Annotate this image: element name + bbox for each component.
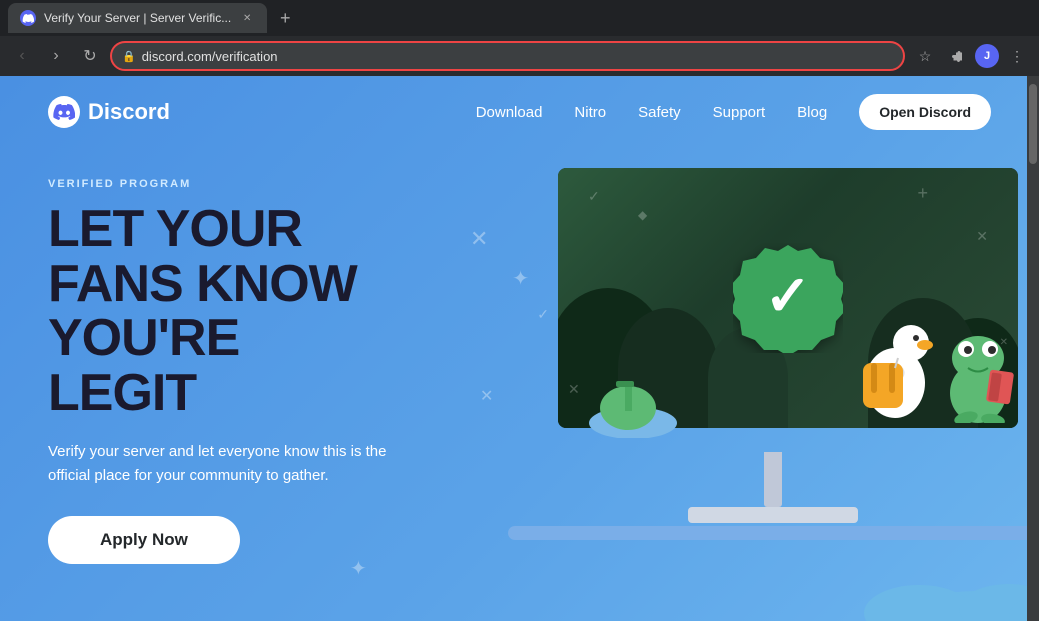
nav-safety[interactable]: Safety: [638, 104, 681, 121]
menu-button[interactable]: ⋮: [1003, 42, 1031, 70]
nav-download[interactable]: Download: [476, 104, 543, 121]
address-bar-container[interactable]: 🔒: [110, 41, 905, 71]
forward-button[interactable]: ›: [42, 42, 70, 70]
svg-text:✓: ✓: [765, 264, 812, 327]
profile-button[interactable]: J: [975, 44, 999, 68]
scrollbar[interactable]: [1027, 76, 1039, 621]
nav-blog[interactable]: Blog: [797, 104, 827, 121]
open-discord-button[interactable]: Open Discord: [859, 94, 991, 130]
apply-now-button[interactable]: Apply Now: [48, 516, 240, 564]
toolbar: ‹ › ↻ 🔒 ☆ J ⋮: [0, 36, 1039, 76]
verified-badge: ✓: [733, 243, 843, 353]
hero-section: VERIFIED PROGRAM LET YOUR FANS KNOW YOU'…: [0, 148, 1039, 564]
tab-bar: Verify Your Server | Server Verific... ✕…: [0, 0, 1039, 36]
clouds-right: [739, 541, 1039, 621]
tab-title: Verify Your Server | Server Verific...: [44, 11, 231, 25]
nav-support[interactable]: Support: [713, 104, 766, 121]
lock-icon: 🔒: [122, 50, 136, 63]
ground-rail: [508, 526, 1038, 540]
page-content: Discord Download Nitro Safety Support Bl…: [0, 76, 1039, 621]
hero-left: VERIFIED PROGRAM LET YOUR FANS KNOW YOU'…: [48, 168, 488, 564]
deco-plus: +: [917, 183, 928, 204]
extensions-button[interactable]: [943, 42, 971, 70]
stand-base: [688, 507, 858, 523]
nav-nitro[interactable]: Nitro: [574, 104, 606, 121]
billboard-stand: [688, 452, 858, 523]
hero-title: LET YOUR FANS KNOW YOU'RE LEGIT: [48, 202, 488, 420]
hero-description: Verify your server and let everyone know…: [48, 440, 388, 488]
floating-island: [588, 378, 678, 443]
refresh-button[interactable]: ↻: [76, 42, 104, 70]
deco-check-1: ✓: [588, 188, 600, 205]
browser-chrome: Verify Your Server | Server Verific... ✕…: [0, 0, 1039, 76]
duck-character: [853, 308, 938, 428]
discord-logo[interactable]: Discord: [48, 96, 170, 128]
bookmark-button[interactable]: ☆: [911, 42, 939, 70]
tab-close-button[interactable]: ✕: [239, 10, 255, 26]
active-tab[interactable]: Verify Your Server | Server Verific... ✕: [8, 3, 267, 33]
deco-diamond: ◆: [638, 208, 647, 222]
deco-check-2: ✕: [976, 228, 988, 245]
hero-right: ✓ ✕ ✕ ✕ ◆ + ✓: [528, 168, 1018, 478]
nav-links: Download Nitro Safety Support Blog: [476, 104, 828, 121]
discord-logo-icon: [48, 96, 80, 128]
frog-character: [938, 313, 1018, 428]
stand-pole: [764, 452, 782, 507]
back-button[interactable]: ‹: [8, 42, 36, 70]
tab-favicon: [20, 10, 36, 26]
discord-navbar: Discord Download Nitro Safety Support Bl…: [0, 76, 1039, 148]
new-tab-button[interactable]: +: [271, 4, 299, 32]
toolbar-right: ☆ J ⋮: [911, 42, 1031, 70]
address-input[interactable]: [142, 49, 893, 64]
hero-eyebrow: VERIFIED PROGRAM: [48, 178, 488, 190]
